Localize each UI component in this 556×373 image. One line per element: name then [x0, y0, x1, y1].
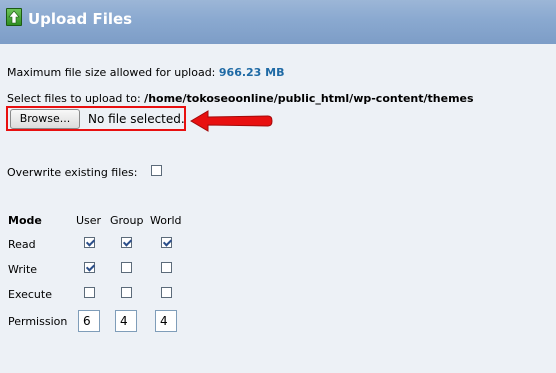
permission-label: Permission: [8, 315, 68, 328]
user-header: User: [76, 214, 102, 227]
max-size-label: Maximum file size allowed for upload:: [7, 66, 216, 79]
mode-header: Mode: [8, 214, 42, 227]
execute-group-checkbox[interactable]: [121, 287, 132, 298]
upload-icon: [6, 8, 22, 26]
pointer-arrow-icon: [190, 110, 273, 132]
write-world-checkbox[interactable]: [161, 262, 172, 273]
write-group-checkbox[interactable]: [121, 262, 132, 273]
read-group-checkbox[interactable]: [121, 237, 132, 248]
destination-label: Select files to upload to:: [7, 92, 141, 105]
execute-label: Execute: [8, 288, 52, 301]
overwrite-label: Overwrite existing files:: [7, 166, 138, 179]
execute-world-checkbox[interactable]: [161, 287, 172, 298]
permission-group-input[interactable]: 4: [115, 310, 137, 332]
write-label: Write: [8, 263, 38, 276]
world-header: World: [150, 214, 182, 227]
read-user-checkbox[interactable]: [84, 237, 95, 248]
page-header: Upload Files: [0, 0, 556, 44]
read-world-checkbox[interactable]: [161, 237, 172, 248]
write-user-checkbox[interactable]: [84, 262, 95, 273]
file-status: No file selected.: [88, 112, 185, 126]
max-size-value: 966.23 MB: [218, 66, 285, 79]
max-size-row: Maximum file size allowed for upload: 96…: [7, 66, 285, 79]
browse-button[interactable]: Browse...: [10, 109, 80, 129]
permission-user-input[interactable]: 6: [78, 310, 100, 332]
destination-row: Select files to upload to: /home/tokoseo…: [7, 92, 474, 105]
overwrite-checkbox[interactable]: [151, 165, 162, 176]
destination-path: /home/tokoseoonline/public_html/wp-conte…: [144, 92, 474, 105]
page-title: Upload Files: [28, 10, 133, 28]
execute-user-checkbox[interactable]: [84, 287, 95, 298]
permission-world-input[interactable]: 4: [155, 310, 177, 332]
read-label: Read: [8, 238, 36, 251]
group-header: Group: [110, 214, 144, 227]
